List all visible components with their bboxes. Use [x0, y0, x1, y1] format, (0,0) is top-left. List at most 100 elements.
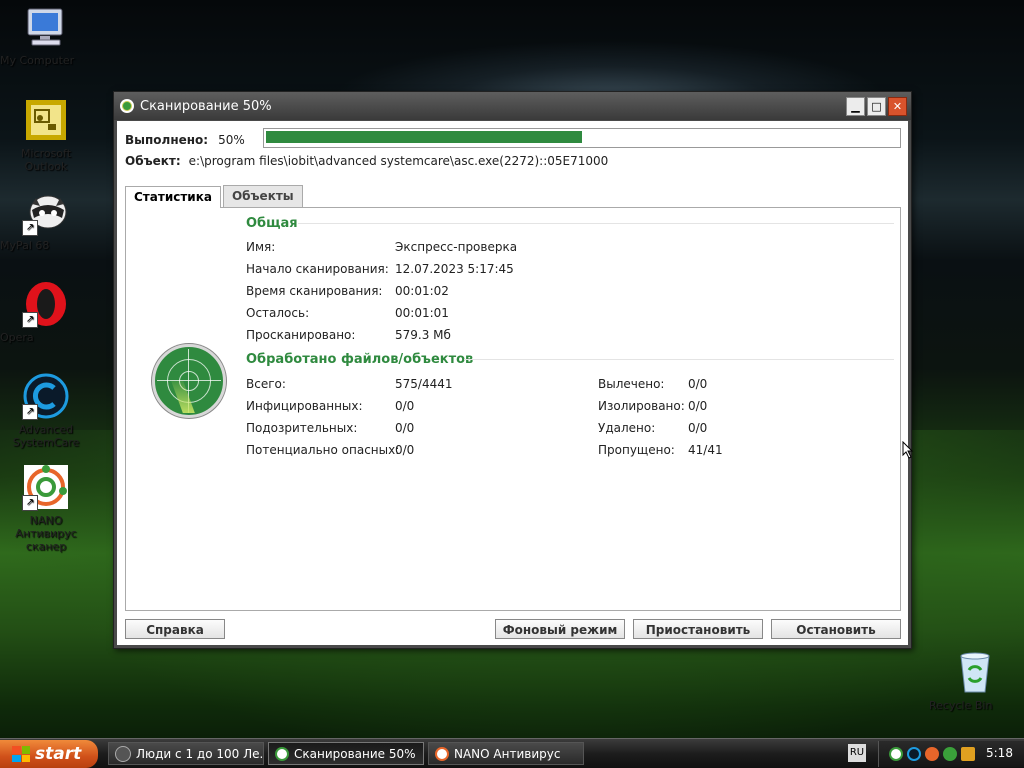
section-processed-heading: Обработано файлов/объектов — [246, 352, 474, 367]
stat-value: Экспресс-проверка — [395, 240, 518, 254]
stat-label: Потенциально опасных: — [246, 443, 400, 457]
outlook-icon — [22, 96, 70, 144]
desktop-icon-label: Opera — [0, 331, 34, 344]
stat-value: 0/0 — [395, 443, 415, 457]
object-row: Объект: e:\program files\iobit\advanced s… — [125, 154, 608, 168]
object-label: Объект: — [125, 154, 181, 168]
taskbar-item-people[interactable]: Люди с 1 до 100 Ле... — [108, 742, 264, 765]
stat-label: Имя: — [246, 240, 276, 254]
stat-value: 41/41 — [688, 443, 723, 457]
window-client-area: Выполнено: 50% Объект: e:\program files\io… — [117, 121, 908, 645]
stop-button[interactable]: Остановить — [771, 619, 901, 639]
nano-antivirus-icon — [120, 99, 134, 113]
desktop-icon-label: NANO Антивирус сканер — [15, 514, 77, 553]
stat-label: Изолировано: — [598, 399, 685, 413]
stat-value: 575/4441 — [395, 377, 453, 391]
window-title: Сканирование 50% — [140, 98, 272, 114]
object-path: e:\program files\iobit\advanced systemca… — [188, 154, 609, 168]
taskbar-item-label: Люди с 1 до 100 Ле... — [136, 746, 264, 761]
advanced-systemcare-tray-icon[interactable] — [907, 747, 921, 761]
stat-label: Всего: — [246, 377, 286, 391]
stat-label: Подозрительных: — [246, 421, 358, 435]
stat-value: 0/0 — [395, 421, 415, 435]
shortcut-arrow-icon: ↗ — [22, 495, 38, 511]
tab-statistics[interactable]: Статистика — [125, 186, 221, 208]
taskbar-item-nano[interactable]: NANO Антивирус — [428, 742, 584, 765]
taskbar-item-label: NANO Антивирус — [454, 746, 561, 761]
progress-bar-fill — [266, 131, 582, 143]
advanced-systemcare-icon: ↗ — [22, 372, 70, 420]
nano-antivirus-icon — [435, 746, 449, 761]
desktop-icon-mypal[interactable]: ↗ MyPal 68 — [0, 188, 92, 252]
stat-value: 00:01:01 — [395, 306, 449, 320]
desktop-icon-label: Advanced SystemCare — [12, 423, 80, 449]
stat-value: 0/0 — [688, 421, 708, 435]
stat-value: 0/0 — [688, 399, 708, 413]
taskbar: start Люди с 1 до 100 Ле... Сканирование… — [0, 738, 1024, 768]
window-titlebar[interactable]: Сканирование 50% ▁ □ ✕ — [114, 92, 911, 120]
minimize-button[interactable]: ▁ — [846, 96, 865, 116]
stat-label: Пропущено: — [598, 443, 675, 457]
progress-value: 50% — [218, 133, 245, 147]
opera-icon: ↗ — [22, 280, 70, 328]
stat-label: Просканировано: — [246, 328, 356, 342]
pause-button[interactable]: Приостановить — [633, 619, 763, 639]
stat-label: Начало сканирования: — [246, 262, 389, 276]
stat-label: Вылечено: — [598, 377, 665, 391]
help-button[interactable]: Справка — [125, 619, 225, 639]
maximize-button[interactable]: □ — [867, 96, 886, 116]
desktop-icon-opera[interactable]: ↗ Opera — [0, 280, 92, 344]
section-divider — [464, 359, 894, 360]
desktop-icon-nano-antivirus[interactable]: ↗ NANO Антивирус сканер — [0, 463, 92, 553]
stat-value: 0/0 — [395, 399, 415, 413]
recycle-bin-icon — [951, 648, 999, 696]
desktop-icon-advanced-systemcare[interactable]: ↗ Advanced SystemCare — [0, 372, 92, 449]
desktop-icon-recycle-bin[interactable]: Recycle Bin — [929, 648, 1021, 712]
nano-antivirus-icon — [275, 746, 289, 761]
mypal-icon: ↗ — [22, 188, 70, 236]
stat-value: 579.3 Мб — [395, 328, 451, 342]
mypal-icon — [115, 745, 131, 762]
close-button[interactable]: ✕ — [888, 96, 907, 116]
language-indicator[interactable]: RU — [848, 744, 866, 762]
shortcut-arrow-icon: ↗ — [22, 312, 38, 328]
background-mode-button[interactable]: Фоновый режим — [495, 619, 625, 639]
desktop-icon-label: Recycle Bin — [929, 699, 993, 712]
tab-bar: Статистика Объекты — [125, 185, 305, 208]
taskbar-item-label: Сканирование 50% — [294, 746, 416, 761]
stat-value: 0/0 — [688, 377, 708, 391]
scan-window: Сканирование 50% ▁ □ ✕ Выполнено: 50% Объ… — [113, 91, 912, 649]
network-tray-icon[interactable] — [943, 747, 957, 761]
stat-label: Время сканирования: — [246, 284, 383, 298]
desktop-icon-outlook[interactable]: Microsoft Outlook — [0, 96, 92, 173]
start-button[interactable]: start — [0, 740, 98, 768]
desktop-icon-label: My Computer — [0, 54, 75, 67]
computer-icon — [22, 3, 70, 51]
windows-logo-icon — [12, 746, 30, 762]
progress-row: Выполнено: 50% — [125, 133, 245, 147]
stat-value: 12.07.2023 5:17:45 — [395, 262, 514, 276]
desktop-icon-my-computer[interactable]: My Computer — [0, 3, 92, 67]
progress-bar — [263, 128, 901, 148]
resize-cursor-icon — [902, 441, 914, 459]
search-tray-icon[interactable] — [961, 747, 975, 761]
stat-label: Удалено: — [598, 421, 656, 435]
taskbar-item-scan[interactable]: Сканирование 50% — [268, 742, 424, 765]
progress-label: Выполнено: — [125, 133, 209, 147]
start-label: start — [35, 744, 82, 764]
clock[interactable]: 5:18 — [986, 746, 1013, 760]
statistics-panel: Общая Имя: Экспресс-проверка Начало скан… — [125, 207, 901, 611]
shortcut-arrow-icon: ↗ — [22, 404, 38, 420]
stat-label: Инфицированных: — [246, 399, 363, 413]
tab-objects[interactable]: Объекты — [222, 185, 303, 207]
stat-label: Осталось: — [246, 306, 310, 320]
stat-value: 00:01:02 — [395, 284, 449, 298]
desktop-icon-label: MyPal 68 — [0, 239, 50, 252]
desktop-icon-label: Microsoft Outlook — [20, 147, 72, 173]
shortcut-arrow-icon: ↗ — [22, 220, 38, 236]
section-divider — [298, 223, 894, 224]
nano-antivirus-tray-icon[interactable] — [889, 747, 903, 761]
radar-scan-icon — [152, 344, 226, 418]
tools-tray-icon[interactable] — [925, 747, 939, 761]
nano-antivirus-icon: ↗ — [22, 463, 70, 511]
